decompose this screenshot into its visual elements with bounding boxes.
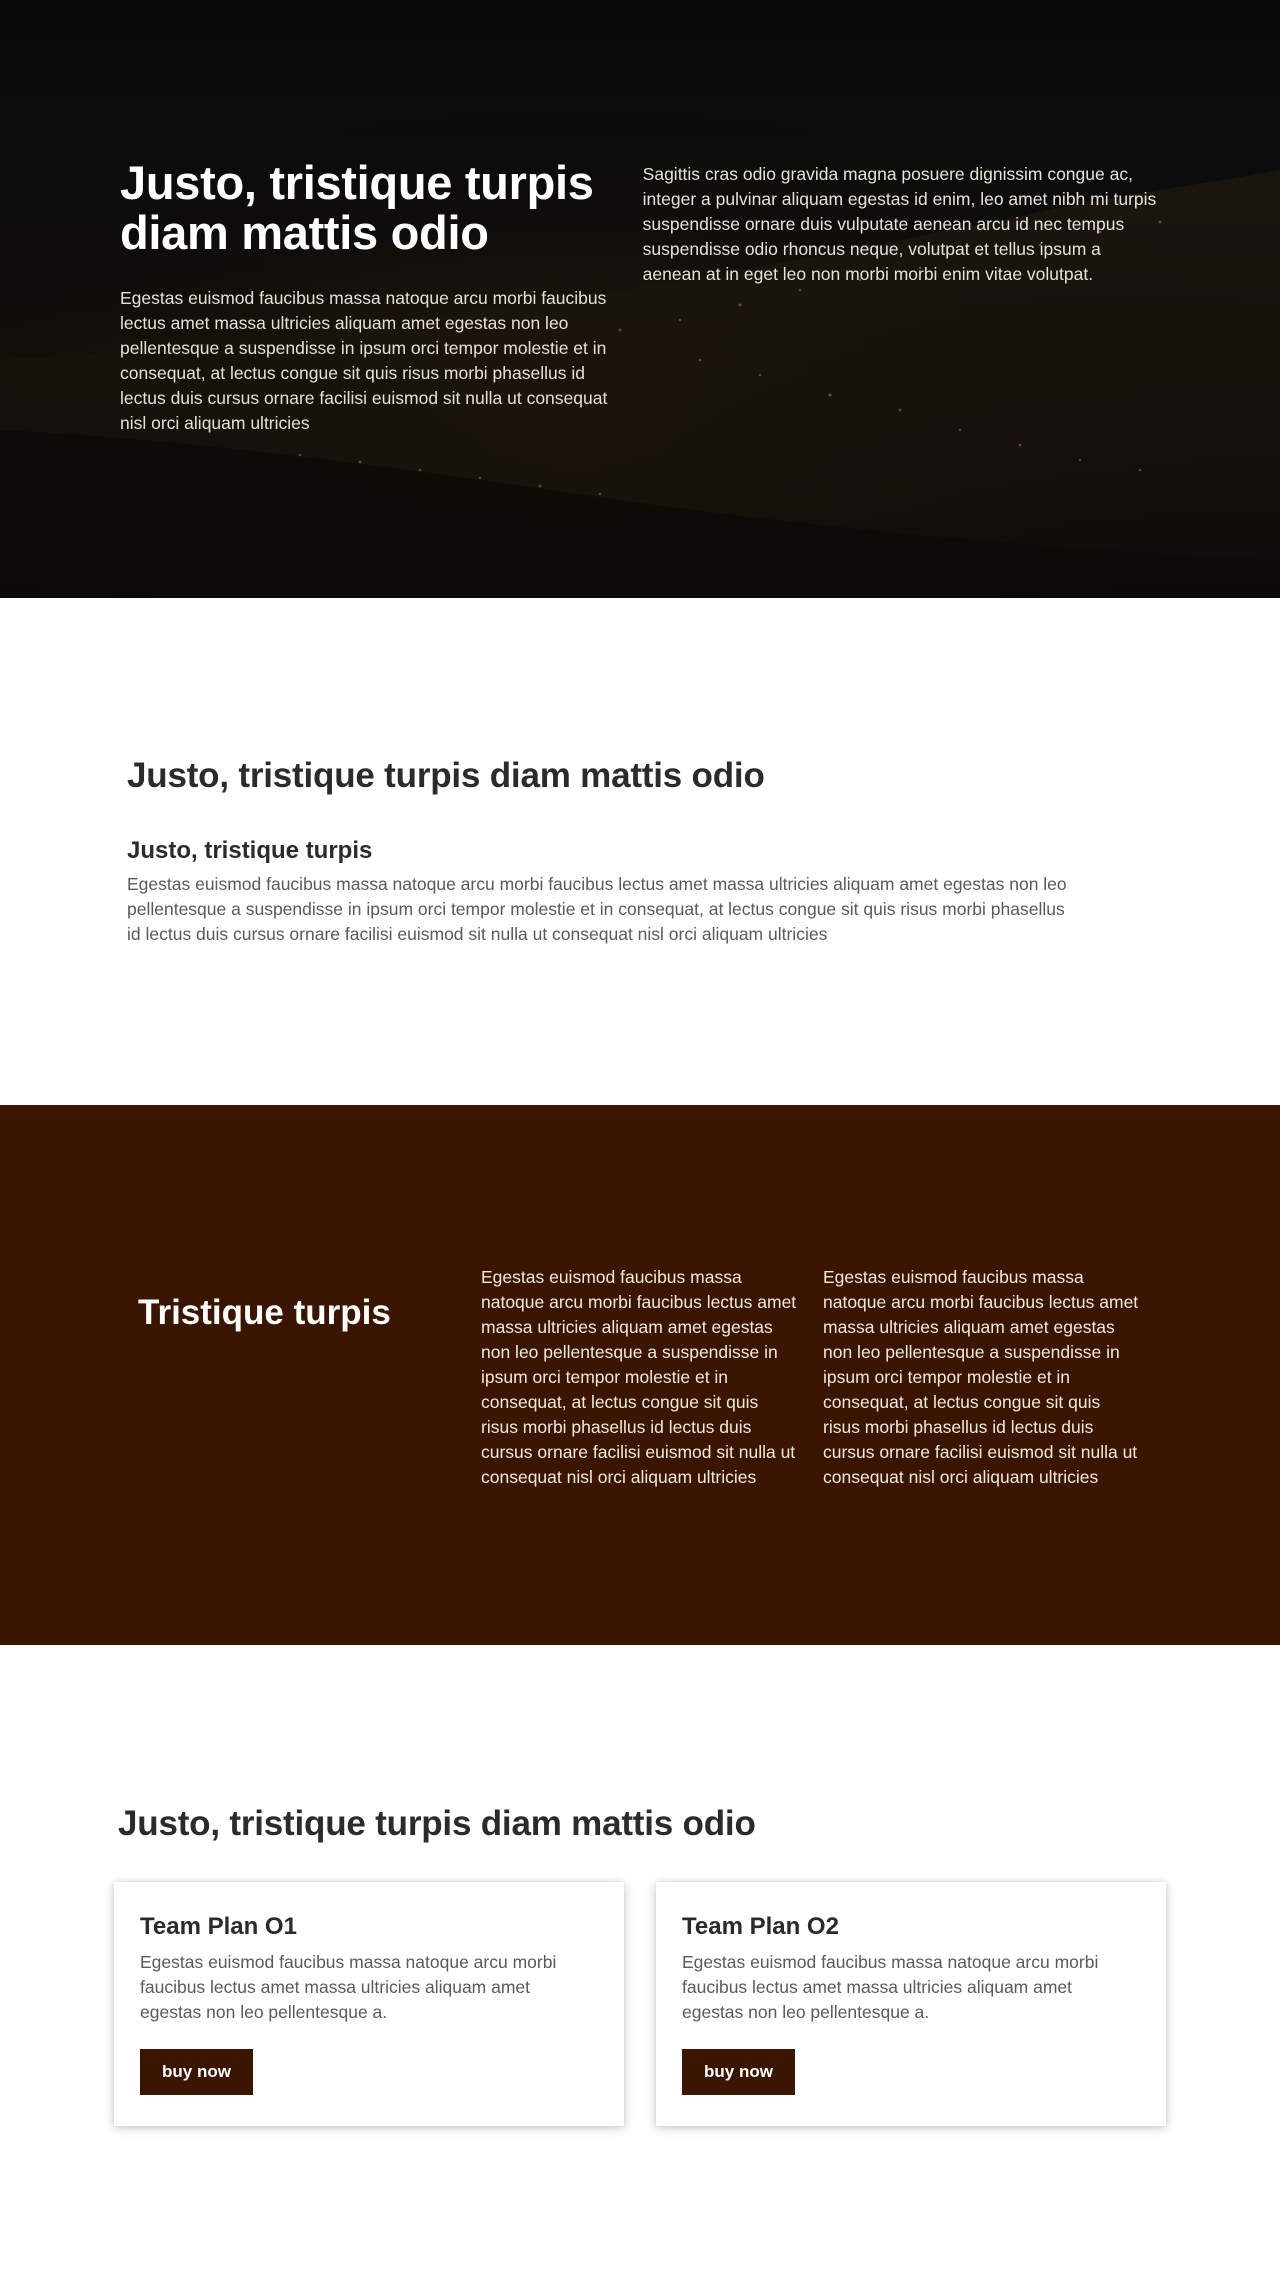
plan-description: Egestas euismod faucibus massa natoque a…	[682, 1952, 1099, 2022]
hero-right-column: Sagittis cras odio gravida magna posuere…	[643, 158, 1160, 436]
hero-left-column: Justo, tristique turpis diam mattis odio…	[120, 158, 615, 436]
pricing-section: Justo, tristique turpis diam mattis odio…	[0, 1645, 1280, 2289]
hero-text-right: Sagittis cras odio gravida magna posuere…	[642, 164, 1157, 284]
plan-card: Team Plan O2 Egestas euismod faucibus ma…	[656, 1882, 1166, 2126]
brown-text-column-1: Egestas euismod faucibus massa natoque a…	[481, 1267, 797, 1487]
features-text: Egestas euismod faucibus massa natoque a…	[127, 874, 1067, 944]
plan-name: Team Plan O1	[140, 1913, 297, 1940]
features-section: Justo, tristique turpis diam mattis odio…	[0, 598, 1280, 1105]
plan-card: Team Plan O1 Egestas euismod faucibus ma…	[114, 1882, 624, 2126]
hero-title: Justo, tristique turpis diam mattis odio	[120, 156, 594, 259]
buy-now-button[interactable]: buy now	[682, 2049, 795, 2095]
brown-section: Tristique turpis Egestas euismod faucibu…	[0, 1105, 1280, 1645]
plan-name: Team Plan O2	[682, 1913, 839, 1940]
brown-title: Tristique turpis	[138, 1293, 391, 1332]
features-subtitle: Justo, tristique turpis	[127, 837, 373, 864]
hero-text-left: Egestas euismod faucibus massa natoque a…	[120, 288, 608, 433]
plan-description: Egestas euismod faucibus massa natoque a…	[140, 1952, 557, 2022]
pricing-cards: Team Plan O1 Egestas euismod faucibus ma…	[114, 1882, 1280, 2126]
buy-now-button[interactable]: buy now	[140, 2049, 253, 2095]
features-title: Justo, tristique turpis diam mattis odio	[127, 756, 765, 795]
pricing-title: Justo, tristique turpis diam mattis odio	[118, 1804, 756, 1843]
brown-text-column-2: Egestas euismod faucibus massa natoque a…	[823, 1267, 1139, 1487]
hero-section: Justo, tristique turpis diam mattis odio…	[0, 0, 1280, 598]
